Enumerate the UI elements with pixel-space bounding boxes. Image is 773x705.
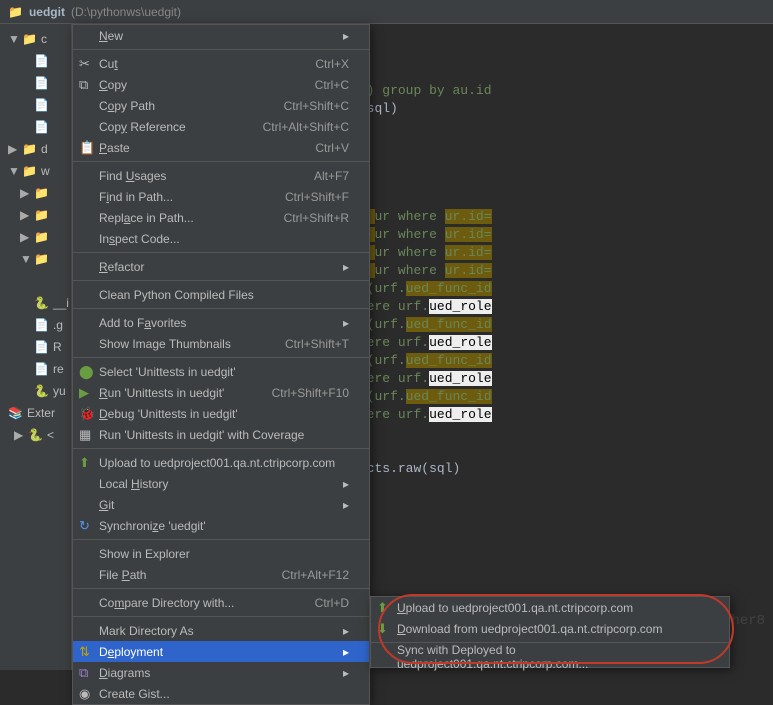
context-menu: New▸ ✂CutCtrl+X ⧉CopyCtrl+C Copy PathCtr… (72, 24, 370, 705)
tree-item[interactable]: ▼📁w (2, 160, 69, 182)
menu-refactor[interactable]: Refactor▸ (73, 256, 369, 277)
menu-find-in-path[interactable]: Find in Path...Ctrl+Shift+F (73, 186, 369, 207)
menu-thumbnails[interactable]: Show Image ThumbnailsCtrl+Shift+T (73, 333, 369, 354)
download-icon: ⬇ (377, 621, 388, 637)
submenu-download[interactable]: ⬇Download from uedproject001.qa.nt.ctrip… (371, 618, 729, 639)
menu-show-explorer[interactable]: Show in Explorer (73, 543, 369, 564)
tree-item[interactable]: 🐍__i (2, 292, 69, 314)
upload-icon: ⬆ (79, 455, 90, 471)
sync-icon: ↻ (79, 518, 90, 534)
menu-local-history[interactable]: Local History▸ (73, 473, 369, 494)
folder-icon: 📁 (8, 5, 23, 19)
tree-item[interactable]: 📚Exter (2, 402, 69, 424)
menu-run-unittests[interactable]: ▶Run 'Unittests in uedgit'Ctrl+Shift+F10 (73, 382, 369, 403)
python-icon: ⬤ (79, 364, 94, 380)
menu-deployment[interactable]: ⇅Deployment▸ (73, 641, 369, 662)
project-tree[interactable]: ▼📁c 📄 📄 📄 📄 ▶📁d ▼📁w ▶📁 ▶📁 ▶📁 ▼📁 🐍__i 📄.g… (0, 24, 72, 670)
tree-item[interactable]: ▶📁 (2, 204, 69, 226)
tree-item[interactable]: ▶🐍< (2, 424, 69, 446)
menu-new[interactable]: New▸ (73, 25, 369, 46)
menu-paste[interactable]: 📋PasteCtrl+V (73, 137, 369, 158)
menu-inspect-code[interactable]: Inspect Code... (73, 228, 369, 249)
tree-item[interactable]: 📄.g (2, 314, 69, 336)
tree-item[interactable]: 🐍yu (2, 380, 69, 402)
menu-copy-reference[interactable]: Copy ReferenceCtrl+Alt+Shift+C (73, 116, 369, 137)
project-path: (D:\pythonws\uedgit) (71, 5, 181, 19)
submenu-upload[interactable]: ⬆Upload to uedproject001.qa.nt.ctripcorp… (371, 597, 729, 618)
tree-item[interactable]: ▼📁c (2, 28, 69, 50)
tree-item[interactable]: 📄 (2, 116, 69, 138)
tree-item[interactable]: 📄 (2, 50, 69, 72)
menu-clean-py[interactable]: Clean Python Compiled Files (73, 284, 369, 305)
diagram-icon: ⧉ (79, 665, 88, 681)
submenu-sync-deployed[interactable]: Sync with Deployed to uedproject001.qa.n… (371, 646, 729, 667)
tree-item[interactable]: ▶📁d (2, 138, 69, 160)
copy-icon: ⧉ (79, 77, 88, 93)
menu-debug-unittests[interactable]: 🐞Debug 'Unittests in uedgit' (73, 403, 369, 424)
tree-item[interactable]: 📄R (2, 336, 69, 358)
upload-icon: ⬆ (377, 600, 388, 616)
menu-add-favorites[interactable]: Add to Favorites▸ (73, 312, 369, 333)
tree-item[interactable]: 📄 (2, 72, 69, 94)
menu-upload[interactable]: ⬆Upload to uedproject001.qa.nt.ctripcorp… (73, 452, 369, 473)
paste-icon: 📋 (79, 140, 95, 156)
menu-synchronize[interactable]: ↻Synchronize 'uedgit' (73, 515, 369, 536)
menu-copy[interactable]: ⧉CopyCtrl+C (73, 74, 369, 95)
menu-find-usages[interactable]: Find UsagesAlt+F7 (73, 165, 369, 186)
tree-item[interactable]: ▶📁 (2, 226, 69, 248)
menu-copy-path[interactable]: Copy PathCtrl+Shift+C (73, 95, 369, 116)
tree-item[interactable]: 📄 (2, 94, 69, 116)
menu-diagrams[interactable]: ⧉Diagrams▸ (73, 662, 369, 683)
deployment-submenu: ⬆Upload to uedproject001.qa.nt.ctripcorp… (370, 596, 730, 668)
deployment-icon: ⇅ (79, 644, 90, 660)
tree-item[interactable] (2, 270, 69, 292)
tree-item[interactable]: ▼📁 (2, 248, 69, 270)
cut-icon: ✂ (79, 56, 90, 72)
menu-mark-directory[interactable]: Mark Directory As▸ (73, 620, 369, 641)
menu-file-path[interactable]: File PathCtrl+Alt+F12 (73, 564, 369, 585)
menu-replace-in-path[interactable]: Replace in Path...Ctrl+Shift+R (73, 207, 369, 228)
menu-create-gist[interactable]: ◉Create Gist... (73, 683, 369, 704)
menu-compare[interactable]: Compare Directory with...Ctrl+D (73, 592, 369, 613)
project-name: uedgit (29, 5, 65, 19)
menu-git[interactable]: Git▸ (73, 494, 369, 515)
menu-cut[interactable]: ✂CutCtrl+X (73, 53, 369, 74)
github-icon: ◉ (79, 686, 90, 702)
tree-item[interactable]: ▶📁 (2, 182, 69, 204)
menu-select-unittests[interactable]: ⬤Select 'Unittests in uedgit' (73, 361, 369, 382)
run-icon: ▶ (79, 385, 89, 401)
tree-item[interactable]: 📄re (2, 358, 69, 380)
coverage-icon: ▦ (79, 427, 91, 443)
debug-icon: 🐞 (79, 406, 95, 422)
menu-coverage[interactable]: ▦Run 'Unittests in uedgit' with Coverage (73, 424, 369, 445)
project-tab[interactable]: 📁 uedgit (D:\pythonws\uedgit) (0, 0, 773, 24)
